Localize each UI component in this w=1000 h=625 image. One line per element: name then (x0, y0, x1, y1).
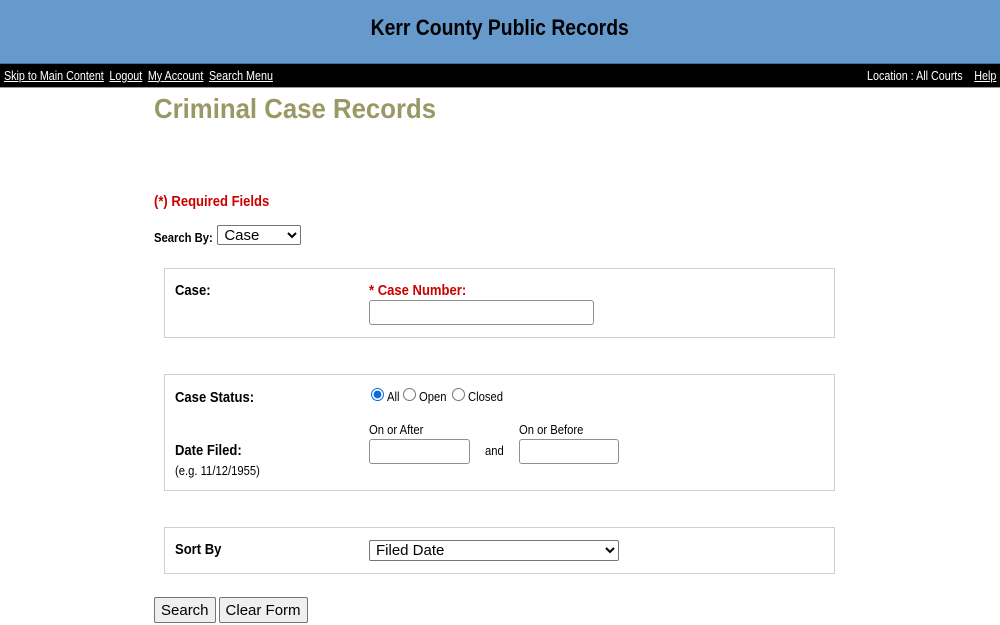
case-status-radio-group: All Open Closed (371, 387, 508, 404)
help-link[interactable]: Help (974, 69, 996, 83)
status-closed-label: Closed (467, 390, 503, 404)
case-number-input[interactable] (369, 300, 594, 325)
search-button[interactable]: Search (154, 597, 216, 623)
case-status-label: Case Status: (175, 390, 255, 406)
top-nav-bar: Skip to Main Content Logout My Account S… (0, 64, 1000, 88)
date-filed-label: Date Filed: (175, 443, 242, 459)
site-banner: Kerr County Public Records (0, 0, 1000, 64)
search-by-label: Search By: (154, 231, 213, 245)
status-all-radio[interactable] (371, 387, 384, 401)
date-range-and-text: and (485, 444, 504, 458)
status-open-radio[interactable] (402, 387, 416, 401)
status-option-closed[interactable]: Closed (451, 387, 505, 404)
page-title: Criminal Case Records (154, 93, 437, 124)
status-option-all[interactable]: All (371, 387, 400, 404)
logout-link[interactable]: Logout (109, 69, 142, 83)
nav-right: Location : All Courts Help (867, 69, 996, 83)
status-all-label: All (387, 390, 400, 404)
my-account-link[interactable]: My Account (148, 69, 204, 83)
search-by-row: Search By: Case (154, 225, 302, 245)
date-filed-after-input[interactable] (369, 439, 470, 464)
status-open-label: Open (418, 390, 447, 404)
on-or-after-label: On or After (369, 423, 424, 437)
case-number-label: * Case Number: (369, 283, 467, 299)
required-fields-note: (*) Required Fields (154, 194, 270, 210)
location-text: Location : All Courts (866, 68, 963, 83)
sort-by-label: Sort By (175, 542, 222, 558)
case-status-panel: Case Status: All Open Closed Date Filed:… (164, 374, 835, 491)
status-closed-radio[interactable] (451, 387, 465, 401)
site-title: Kerr County Public Records (370, 14, 630, 40)
search-menu-link[interactable]: Search Menu (209, 69, 273, 83)
search-by-select[interactable]: Case (217, 225, 302, 245)
status-option-open[interactable]: Open (402, 387, 448, 404)
sort-by-select[interactable]: Filed Date (369, 540, 619, 561)
sort-panel: Sort By Filed Date (164, 527, 835, 574)
clear-form-button[interactable]: Clear Form (218, 597, 308, 623)
skip-to-main-content-link[interactable]: Skip to Main Content (4, 69, 104, 83)
case-section-label: Case: (175, 283, 211, 299)
date-format-example: (e.g. 11/12/1955) (175, 464, 260, 478)
case-panel: Case: * Case Number: (164, 268, 835, 338)
nav-links: Skip to Main Content Logout My Account S… (4, 69, 276, 83)
on-or-before-label: On or Before (519, 423, 584, 437)
date-filed-before-input[interactable] (519, 439, 619, 464)
form-actions: Search Clear Form (154, 597, 308, 623)
